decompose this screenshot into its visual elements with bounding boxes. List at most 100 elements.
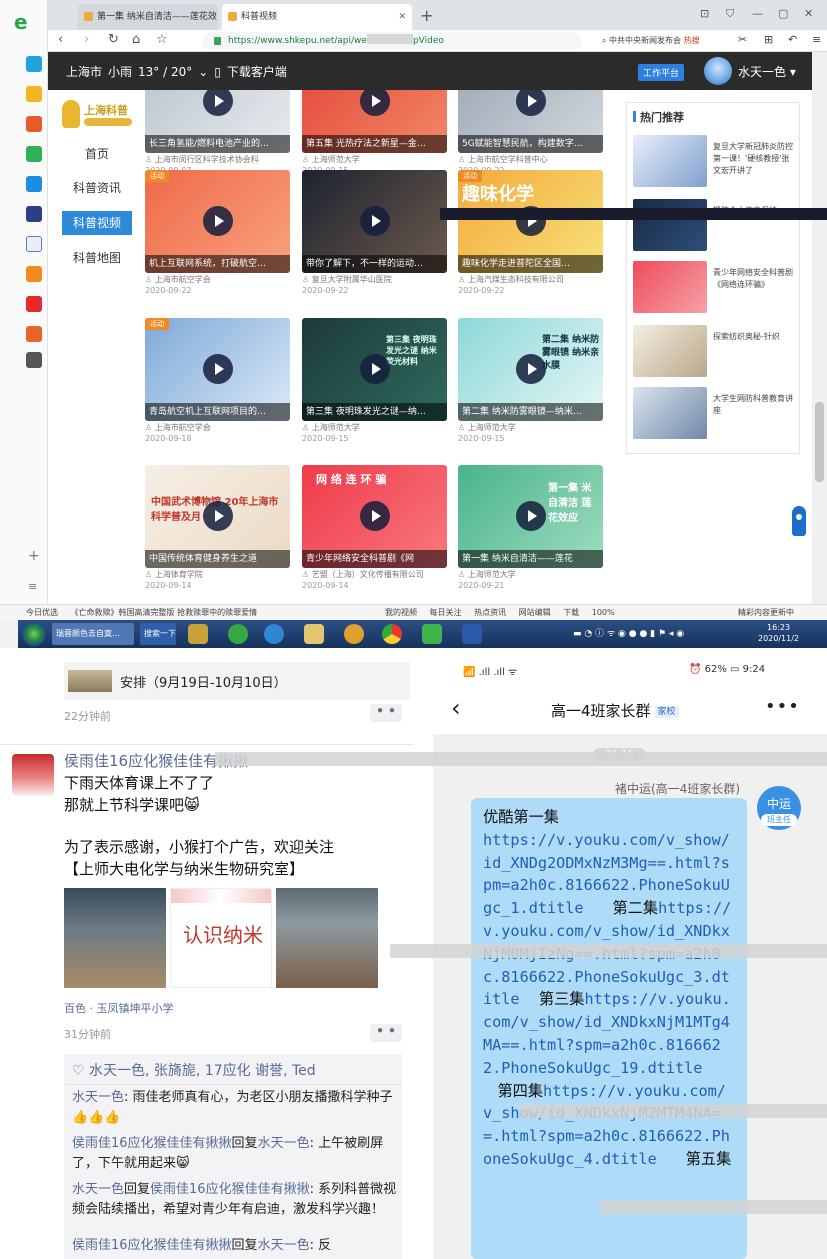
status-web-edit[interactable]: 网站编辑 [519, 608, 551, 617]
video-card[interactable]: 长三角氢能/燃料电池产业的…上海市闵行区科学技术协会科2020-09-07 [145, 90, 290, 175]
comment-author[interactable]: 侯雨佳16应化猴佳佳有揪揪 [72, 1238, 232, 1253]
video-thumbnail[interactable]: 带你了解下，不一样的运动… [302, 170, 447, 273]
news-icon[interactable] [26, 206, 42, 222]
video-card[interactable]: 第二集 纳米防雾眼镜 纳米亲水膜第二集 纳米防雾眼镜—纳米…上海师范大学2020… [458, 318, 603, 443]
sidebar-app-icon[interactable] [26, 56, 42, 72]
taskbar-clock[interactable]: 16:23 2020/11/2 [758, 622, 799, 644]
video-card[interactable]: 网 络 连 环 骗青少年网络安全科普剧《网艺盟（上海）文化传播有限公司2020-… [302, 465, 447, 590]
status-download[interactable]: 下载 [563, 608, 579, 617]
video-thumbnail[interactable]: 第二集 纳米防雾眼镜 纳米亲水膜 第二集 纳米防雾眼镜—纳米… [458, 318, 603, 421]
more-actions-button[interactable]: • • [370, 704, 402, 722]
video-source[interactable]: 上海师范大学 [458, 569, 516, 580]
sender-avatar[interactable]: 中运 班主任 [757, 786, 801, 830]
play-icon[interactable] [360, 354, 390, 384]
system-tray[interactable]: ▬ ◔ ⓘ ᯤ ◉ ● ● ▮ ⚑ ◂ ◉ [573, 626, 684, 639]
hot-item[interactable]: 青少年网络安全科普剧《网络连环骗》 [633, 261, 795, 315]
status-today-pick[interactable]: 今日优选 [26, 608, 58, 617]
shop-icon[interactable] [26, 326, 42, 342]
mail-icon[interactable] [26, 146, 42, 162]
file-explorer-icon[interactable] [304, 624, 324, 644]
menu-home[interactable]: 首页 [62, 142, 132, 166]
tab-list-icon[interactable]: ⊡ [700, 7, 709, 20]
video-thumbnail[interactable]: 网 络 连 环 骗青少年网络安全科普剧《网 [302, 465, 447, 568]
play-icon[interactable] [203, 354, 233, 384]
post-photo-students[interactable] [276, 888, 378, 988]
chrome-icon[interactable] [382, 624, 402, 644]
comment-author[interactable]: 水天一色 [72, 1182, 124, 1197]
like-list[interactable]: ♡ 水天一色, 张旖旎, 17应化 谢誉, Ted [72, 1060, 316, 1080]
play-icon[interactable] [516, 501, 546, 531]
comment[interactable]: 侯雨佳16应化猴佳佳有揪揪回复水天一色: 上午被刷屏了，下午就用起来😸 [72, 1134, 397, 1174]
video-card[interactable]: 第一集 米自清洁 莲花效应第一集 纳米自清洁——莲花上海师范大学2020-09-… [458, 465, 603, 590]
back-arrow-icon[interactable]: ‹ [451, 694, 461, 722]
workbench-button[interactable]: 工作平台 [638, 64, 685, 81]
video-thumbnail[interactable]: 第一集 米自清洁 莲花效应 第一集 纳米自清洁——莲花 [458, 465, 603, 568]
video-thumbnail[interactable]: 第五集 光热疗法之新星—金… [302, 90, 447, 153]
play-icon[interactable] [360, 90, 390, 116]
tab-science-video[interactable]: 科普视频 ✕ [222, 4, 412, 30]
video-app-icon[interactable] [26, 296, 42, 312]
360-browser-icon[interactable] [228, 624, 248, 644]
refresh-icon[interactable]: ↻ [108, 32, 119, 47]
video-card[interactable]: 带你了解下，不一样的运动…复旦大学附属华山医院2020-09-22 [302, 170, 447, 295]
message-bubble[interactable]: 优酷第一集 https://v.youku.com/v_show/id_XNDg2… [471, 798, 747, 1259]
new-tab-icon[interactable]: + [420, 6, 433, 25]
video-source[interactable]: 上海师范大学 [302, 422, 360, 433]
status-daily[interactable]: 每日关注 [430, 608, 462, 617]
video-source[interactable]: 上海体育学院 [145, 569, 203, 580]
tab-lotus-video[interactable]: 第一集 纳米自清洁——莲花效 [78, 4, 218, 30]
site-logo[interactable]: 上海科普 [62, 98, 134, 132]
scrollbar-thumb[interactable] [815, 402, 824, 482]
shared-link-card[interactable]: 安排（9月19日-10月10日） [64, 662, 410, 700]
minimize-icon[interactable]: — [752, 7, 763, 20]
menu-icon[interactable]: ≡ [28, 580, 37, 593]
play-icon[interactable] [360, 206, 390, 236]
video-source[interactable]: 上海市航空学科普中心 [458, 154, 548, 165]
grid-icon[interactable]: ⊞ [764, 33, 773, 46]
play-icon[interactable] [203, 90, 233, 116]
video-source[interactable]: 艺盟（上海）文化传播有限公司 [302, 569, 424, 580]
hot-item[interactable]: 探索纺织奥秘-针织 [633, 325, 795, 379]
video-source[interactable]: 上海师范大学 [458, 422, 516, 433]
comment[interactable]: 水天一色: 雨佳老师真有心，为老区小朋友播撒科学种子 👍👍👍 [72, 1088, 397, 1128]
video-card[interactable]: 活动机上互联网系统，打破航空…上海市航空学会2020-09-22 [145, 170, 290, 295]
status-zoom[interactable]: 100% [592, 608, 615, 617]
search-field[interactable]: ⌕ 中共中央新闻发布会 热搜 [596, 32, 726, 50]
comment-reply-to[interactable]: 水天一色 [258, 1238, 310, 1253]
video-card[interactable]: 第五集 光热疗法之新星—金…上海师范大学2020-09-15 [302, 90, 447, 175]
word-icon[interactable] [462, 624, 482, 644]
hot-item[interactable]: 复旦大学新冠肺炎防控第一课！'硬核教授'张文宏开讲了 [633, 135, 795, 189]
video-thumbnail[interactable]: 中国武术博物馆 20年上海市科学普及月 中国传统体育健身养生之道 [145, 465, 290, 568]
more-actions-button[interactable]: • • [370, 1024, 402, 1042]
url-field[interactable]: https://www.shkepu.net/api/we pVideo [202, 32, 582, 50]
skin-icon[interactable]: ⛉ [726, 7, 734, 21]
comment-author[interactable]: 水天一色 [72, 1090, 124, 1105]
settings-gear-icon[interactable] [344, 624, 364, 644]
video-thumbnail[interactable]: 活动 青岛航空机上互联网项目的… [145, 318, 290, 421]
more-options-icon[interactable]: ••• [765, 696, 800, 717]
ie-icon[interactable] [264, 624, 284, 644]
video-source[interactable]: 上海市航空学会 [145, 274, 211, 285]
video-thumbnail[interactable]: 趣味化学 活动 趣味化学走进普陀区全国… [458, 170, 603, 273]
tools-icon[interactable] [26, 352, 42, 368]
favorites-star-icon[interactable] [26, 86, 42, 102]
iqiyi-icon[interactable] [26, 176, 42, 192]
video-thumbnail[interactable]: 长三角氢能/燃料电池产业的… [145, 90, 290, 153]
video-source[interactable]: 上海汽煤生态科技有限公司 [458, 274, 564, 285]
comment[interactable]: 水天一色回复侯雨佳16应化猴佳佳有揪揪: 系列科普微视频会陆续播出，希望对青少年… [72, 1180, 397, 1220]
close-tab-icon[interactable]: ✕ [398, 4, 406, 30]
video-source[interactable]: 复旦大学附属华山医院 [302, 274, 392, 285]
weibo-icon[interactable] [26, 116, 42, 132]
back-icon[interactable]: ‹ [58, 32, 63, 47]
play-icon[interactable] [203, 206, 233, 236]
video-card[interactable]: 趣味化学 活动趣味化学走进普陀区全国…上海汽煤生态科技有限公司2020-09-22 [458, 170, 603, 295]
bookmark-star-icon[interactable]: ☆ [156, 32, 168, 47]
video-card[interactable]: 5G赋能智慧民航，构建数字…上海市航空学科普中心2020-09-22 [458, 90, 603, 175]
poster-avatar[interactable] [12, 754, 54, 796]
play-icon[interactable] [516, 354, 546, 384]
video-card[interactable]: 中国武术博物馆 20年上海市科学普及月中国传统体育健身养生之道上海体育学院202… [145, 465, 290, 590]
video-source[interactable]: 上海市闵行区科学技术协会科 [145, 154, 259, 165]
user-menu[interactable]: 水天一色 ▾ [738, 63, 796, 80]
weather-widget[interactable]: 上海市 小雨 13° / 20° ⌄ ▯ 下载客户端 [66, 63, 293, 80]
menu-lines-icon[interactable]: ≡ [812, 33, 821, 46]
